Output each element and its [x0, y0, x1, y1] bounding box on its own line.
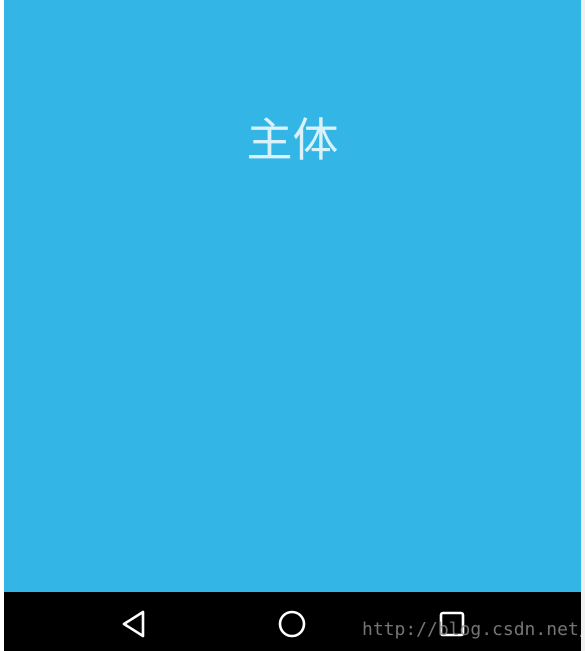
navigation-bar: http://blog.csdn.net/ — [4, 592, 585, 651]
app-screen: 主体 http://blog.csdn.net/ — [4, 0, 585, 651]
home-circle-icon — [278, 610, 306, 638]
screen-edge — [581, 0, 585, 651]
back-triangle-icon — [122, 610, 145, 638]
back-button[interactable] — [114, 608, 154, 640]
main-title: 主体 — [246, 113, 339, 167]
watermark-text: http://blog.csdn.net/ — [362, 619, 585, 640]
home-button[interactable] — [272, 608, 312, 640]
